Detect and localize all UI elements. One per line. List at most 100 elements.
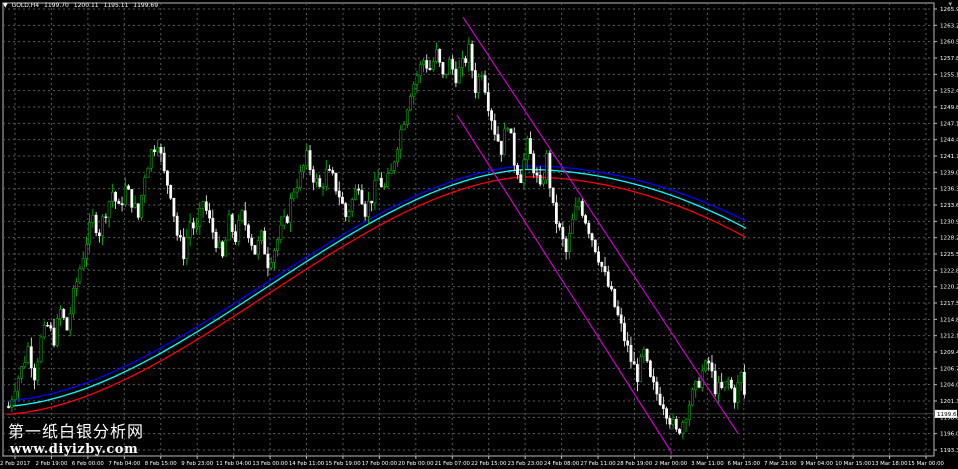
- y-tick-label: 1233.65: [940, 203, 958, 209]
- candle-body: [88, 222, 92, 245]
- candle-body: [742, 371, 746, 395]
- candle-body: [75, 281, 79, 289]
- high-price: 1200.11: [73, 2, 99, 9]
- candle-body: [626, 340, 630, 346]
- candle-body: [104, 216, 108, 219]
- candle-body: [376, 177, 380, 181]
- candle-body: [72, 288, 75, 315]
- candle-body: [331, 170, 335, 174]
- candle-body: [269, 262, 273, 269]
- y-tick-label: 1255.15: [940, 72, 958, 78]
- candle-body: [574, 206, 578, 220]
- candle-body: [328, 168, 331, 171]
- y-tick-label: 1257.85: [940, 56, 958, 62]
- y-tick-label: 1196.00: [940, 432, 958, 438]
- candle-body: [23, 362, 27, 367]
- candle-body: [451, 59, 455, 70]
- candle-body: [545, 152, 549, 181]
- candle-body: [678, 428, 681, 434]
- x-tick-label: 21 Feb 07:00: [435, 461, 471, 467]
- candle-body: [684, 419, 688, 424]
- y-tick-label: 1252.45: [940, 89, 958, 95]
- candle-body: [428, 68, 432, 70]
- symbol-menu-icon[interactable]: ▼: [3, 2, 8, 9]
- candle-body: [195, 226, 198, 229]
- candle-body: [516, 165, 519, 175]
- candle-body: [156, 147, 160, 153]
- candle-body: [175, 215, 179, 236]
- candle-body: [587, 222, 591, 234]
- candle-body: [409, 96, 412, 111]
- candle-body: [224, 239, 228, 257]
- candle-body: [379, 177, 383, 188]
- candle-body: [509, 128, 513, 134]
- candle-body: [590, 233, 594, 241]
- candle-body: [153, 149, 156, 153]
- window-control-icon[interactable]: ▾: [948, 0, 952, 8]
- candle-body: [606, 271, 610, 287]
- candle-body: [59, 309, 62, 319]
- candle-body: [506, 128, 510, 130]
- candle-body: [525, 138, 529, 161]
- price-chart[interactable]: 1265.901263.251260.551257.851255.151252.…: [0, 0, 958, 469]
- candle-body: [733, 387, 737, 403]
- candle-body: [464, 58, 468, 63]
- candle-body: [97, 232, 101, 237]
- y-tick-label: 1225.55: [940, 252, 958, 258]
- candle-body: [285, 216, 289, 223]
- candle-body: [645, 349, 649, 362]
- candle-body: [227, 214, 231, 241]
- x-tick-label: 8 Feb 15:00: [145, 461, 178, 467]
- candle-body: [652, 376, 656, 383]
- y-tick-label: 1230.95: [940, 219, 958, 225]
- candle-body: [555, 202, 558, 224]
- candle-body: [263, 230, 267, 255]
- x-tick-label: 23 Feb 23:00: [507, 461, 543, 467]
- candle-body: [448, 59, 451, 75]
- candle-body: [360, 190, 364, 205]
- candle-body: [535, 172, 539, 176]
- ma-line-cyan: [6, 168, 747, 408]
- candle-body: [169, 184, 173, 199]
- price-axis: 1265.901263.251260.551257.851255.151252.…: [934, 7, 958, 454]
- candle-body: [350, 199, 354, 212]
- candle-body: [571, 218, 574, 234]
- current-price-label: 1199.69: [937, 412, 958, 418]
- candle-body: [321, 186, 325, 188]
- candle-body: [94, 214, 98, 234]
- candle-body: [298, 171, 302, 189]
- candle-body: [710, 362, 714, 372]
- candle-body: [363, 203, 367, 217]
- candle-body: [237, 220, 241, 242]
- candle-body: [123, 185, 127, 205]
- candle-body: [389, 170, 393, 174]
- candle-body: [717, 381, 720, 395]
- x-tick-label: 7 Mar 23:00: [764, 461, 797, 467]
- candle-body: [441, 62, 445, 75]
- candle-body: [91, 214, 95, 223]
- x-tick-label: 15 Feb 19:00: [325, 461, 361, 467]
- x-tick-label: 9 Mar 04:00: [800, 461, 833, 467]
- candle-body: [370, 200, 374, 204]
- candle-body: [201, 201, 205, 209]
- candle-body: [561, 226, 565, 240]
- x-tick-label: 27 Feb 11:00: [580, 461, 616, 467]
- candle-body: [457, 67, 461, 84]
- candle-body: [247, 224, 250, 239]
- candle-body: [273, 250, 276, 263]
- candle-body: [610, 286, 613, 290]
- candle-body: [341, 196, 344, 204]
- candle-body: [538, 174, 542, 185]
- candle-body: [597, 251, 600, 263]
- candle-body: [661, 404, 665, 409]
- y-tick-label: 1239.00: [940, 170, 958, 176]
- x-tick-label: 14 Feb 11:00: [289, 461, 325, 467]
- candle-body: [81, 258, 85, 270]
- candle-body: [632, 361, 636, 365]
- candle-body: [496, 134, 500, 142]
- x-tick-label: 7 Feb 04:00: [108, 461, 141, 467]
- x-tick-label: 28 Feb 19:00: [617, 461, 653, 467]
- candle-body: [120, 203, 124, 205]
- candle-body: [101, 216, 105, 237]
- symbol-name: GOLD,H4: [11, 2, 40, 9]
